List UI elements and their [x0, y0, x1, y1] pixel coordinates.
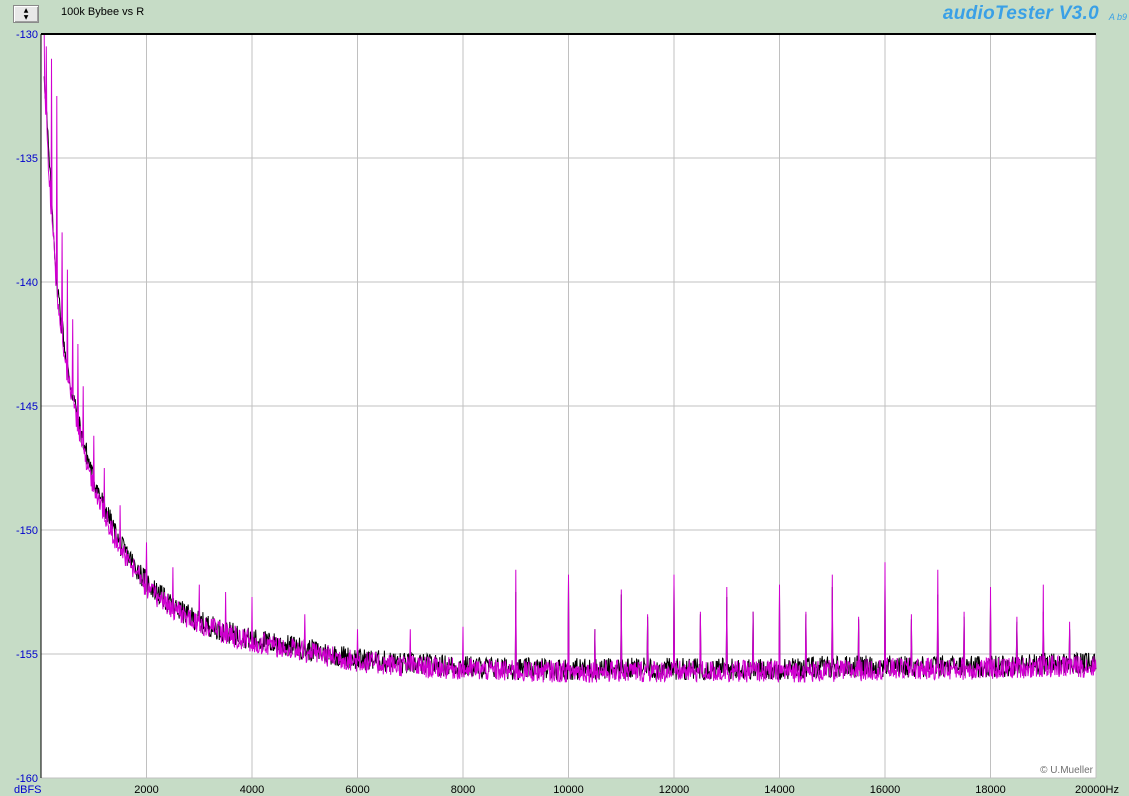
- y-tick-label: -130: [16, 29, 38, 41]
- x-tick-labels: 2000 4000 6000 8000 10000 12000 14000 16000 1800…: [134, 784, 1119, 796]
- x-tick-label: 12000: [659, 784, 690, 796]
- x-tick-label: 2000: [134, 784, 158, 796]
- y-axis-label: dBFS: [14, 784, 42, 796]
- y-tick-label: -135: [16, 153, 38, 165]
- x-tick-label: 16000: [870, 784, 901, 796]
- y-tick-label: -145: [16, 401, 38, 413]
- x-tick-label: 14000: [764, 784, 795, 796]
- x-tick-label: 20000Hz: [1075, 784, 1119, 796]
- copyright-note: © U.Mueller: [1040, 765, 1094, 776]
- y-tick-label: -150: [16, 525, 38, 537]
- spectrum-chart: -130-135-140-145-150-155-160 2000 4000 600…: [14, 29, 1119, 796]
- x-tick-label: 4000: [240, 784, 264, 796]
- y-tick-label: -140: [16, 277, 38, 289]
- y-tick-labels: -130-135-140-145-150-155-160: [16, 29, 38, 785]
- x-tick-label: 18000: [975, 784, 1006, 796]
- y-tick-label: -155: [16, 649, 38, 661]
- x-tick-label: 6000: [345, 784, 369, 796]
- x-tick-label: 10000: [553, 784, 584, 796]
- x-tick-label: 8000: [451, 784, 475, 796]
